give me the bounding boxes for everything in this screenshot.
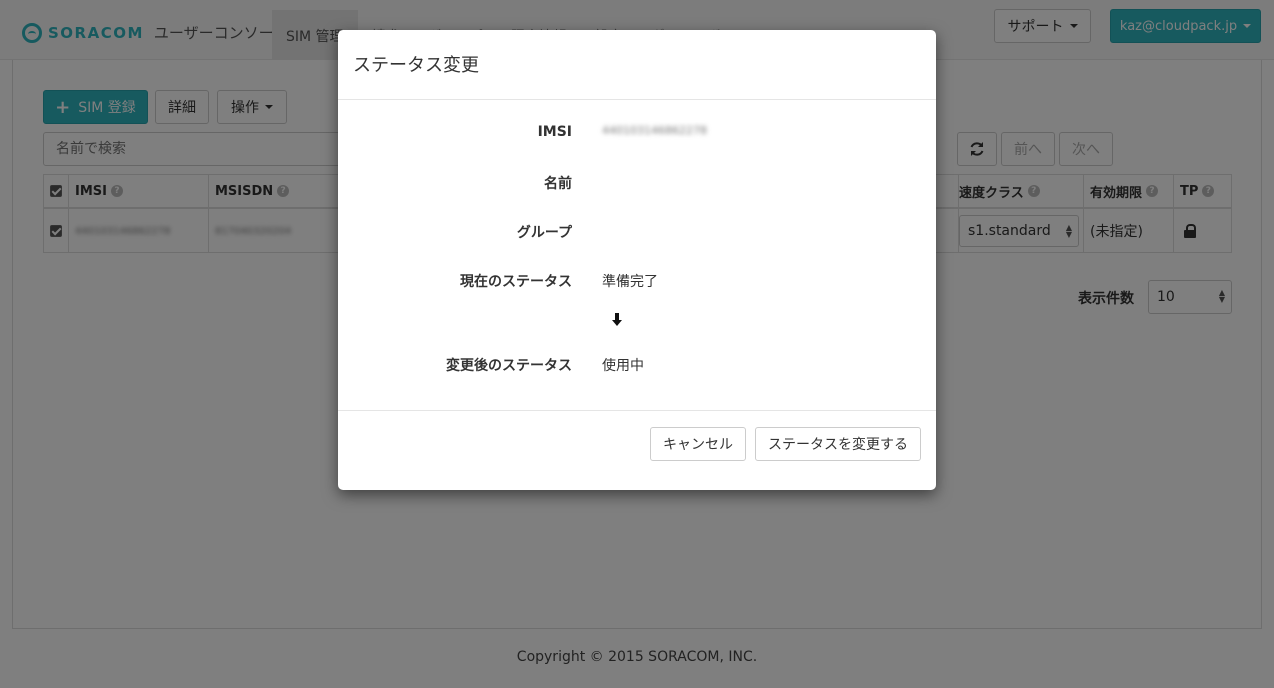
current-status-label: 現在のステータス [460,274,572,290]
group-label: グループ [516,225,572,241]
name-label: 名前 [544,176,572,192]
new-status-value: 使用中 [602,358,644,374]
imsi-label: IMSI [537,124,572,140]
change-status-button[interactable]: ステータスを変更する [755,427,921,461]
modal-header: ステータス変更 [338,30,936,100]
modal-title: ステータス変更 [353,55,479,76]
imsi-value: 440103146862278 [602,124,707,137]
current-status-value: 準備完了 [602,274,658,290]
cancel-button[interactable]: キャンセル [650,427,746,461]
modal-footer: キャンセル ステータスを変更する [338,410,936,490]
status-change-modal: ステータス変更 IMSI 440103146862278 名前 グループ 現在の… [338,30,936,490]
new-status-label: 変更後のステータス [446,358,572,374]
arrow-down-icon [612,313,622,327]
